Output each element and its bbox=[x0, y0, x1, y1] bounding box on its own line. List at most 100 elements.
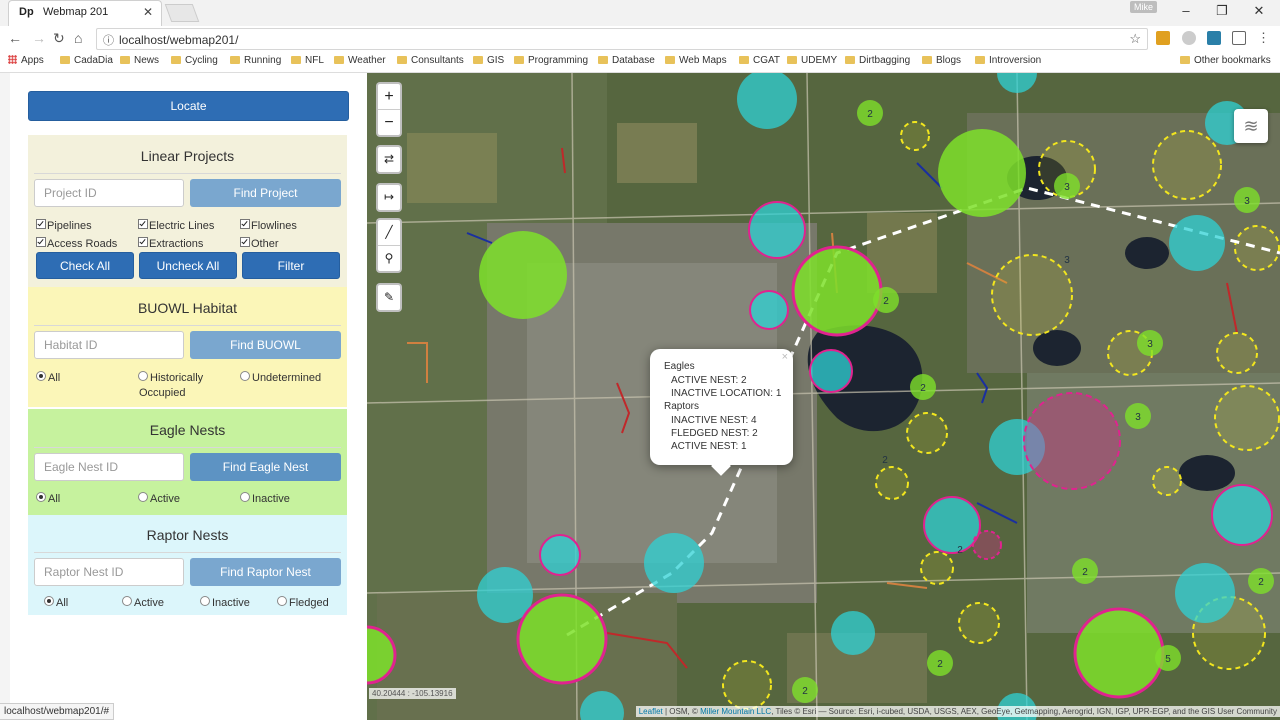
filter-button[interactable]: Filter bbox=[242, 252, 340, 279]
cluster-label[interactable]: 3 bbox=[1064, 255, 1070, 266]
find-eagle-nest-button[interactable]: Find Eagle Nest bbox=[190, 453, 341, 481]
bookmark-item[interactable]: CGAT bbox=[739, 55, 780, 66]
radio-raptor-all[interactable]: All bbox=[44, 596, 68, 609]
cluster-label[interactable]: 3 bbox=[1064, 182, 1070, 193]
bookmark-item[interactable]: UDEMY bbox=[787, 55, 837, 66]
popup-close-icon[interactable]: × bbox=[782, 351, 788, 363]
bookmark-item[interactable]: Web Maps bbox=[665, 55, 727, 66]
menu-icon[interactable]: ⋮ bbox=[1257, 31, 1271, 45]
info-icon[interactable]: ⓘ bbox=[103, 32, 114, 48]
checkbox-electric-lines[interactable]: Electric Lines bbox=[138, 219, 214, 232]
checkbox-extractions[interactable]: Extractions bbox=[138, 237, 203, 250]
radio-eagle-all[interactable]: All bbox=[36, 492, 60, 505]
home-icon[interactable]: ⌂ bbox=[74, 30, 82, 46]
bookmark-item[interactable]: GIS bbox=[473, 55, 504, 66]
user-profile-badge[interactable]: Mike bbox=[1130, 1, 1158, 13]
extension-icon[interactable] bbox=[1207, 31, 1221, 45]
cluster-label[interactable]: 3 bbox=[1135, 412, 1141, 423]
extension-icon[interactable] bbox=[1182, 31, 1196, 45]
map-view[interactable]: 2 2 3 2 2 3 3 2 3 3 2 2 5 2 2 + − ⇄ ↦ ╱ … bbox=[367, 73, 1280, 720]
bookmark-item[interactable]: Blogs bbox=[922, 55, 961, 66]
map-canvas[interactable]: 2 2 3 2 2 3 3 2 3 3 2 2 5 2 2 bbox=[367, 73, 1280, 720]
reload-icon[interactable]: ↻ bbox=[53, 30, 65, 47]
cluster-label[interactable]: 2 bbox=[957, 545, 963, 556]
window-close-icon[interactable]: ✕ bbox=[1249, 3, 1269, 19]
mouse-coordinates: 40.20444 : -105.13916 bbox=[369, 688, 456, 699]
browser-tab[interactable]: Dp Webmap 201 ✕ bbox=[8, 0, 162, 26]
cluster-label[interactable]: 2 bbox=[882, 455, 888, 466]
layers-icon[interactable]: ≋ bbox=[1234, 109, 1268, 143]
cluster-label[interactable]: 2 bbox=[1082, 567, 1088, 578]
cluster-label[interactable]: 2 bbox=[867, 109, 873, 120]
checkbox-other[interactable]: Other bbox=[240, 237, 279, 250]
maximize-icon[interactable]: ❐ bbox=[1212, 3, 1232, 19]
raptor-nest-id-input[interactable]: Raptor Nest ID bbox=[34, 558, 184, 586]
radio-eagle-active[interactable]: Active bbox=[138, 492, 180, 505]
draw-polyline-icon[interactable]: ╱ bbox=[378, 220, 400, 245]
bookmark-item[interactable]: Introversion bbox=[975, 55, 1041, 66]
edit-layers-icon[interactable]: ✎ bbox=[378, 285, 400, 310]
radio-buowl-all[interactable]: All bbox=[36, 371, 60, 384]
find-buowl-button[interactable]: Find BUOWL bbox=[190, 331, 341, 359]
miller-mountain-link[interactable]: Miller Mountain LLC bbox=[700, 707, 771, 716]
radio-raptor-inactive[interactable]: Inactive bbox=[200, 596, 250, 609]
checkbox-flowlines[interactable]: Flowlines bbox=[240, 219, 297, 232]
check-all-button[interactable]: Check All bbox=[36, 252, 134, 279]
find-raptor-nest-button[interactable]: Find Raptor Nest bbox=[190, 558, 341, 586]
zoom-out-button[interactable]: − bbox=[378, 109, 400, 135]
cast-icon[interactable] bbox=[1232, 31, 1246, 45]
radio-raptor-fledged[interactable]: Fledged bbox=[277, 596, 329, 609]
address-bar[interactable]: ⓘ localhost/webmap201/ ☆ bbox=[96, 28, 1148, 50]
bookmark-item[interactable]: Weather bbox=[334, 55, 386, 66]
bookmark-other[interactable]: Other bookmarks bbox=[1180, 55, 1271, 66]
extension-icon[interactable] bbox=[1156, 31, 1170, 45]
radio-eagle-inactive[interactable]: Inactive bbox=[240, 492, 290, 505]
close-tab-icon[interactable]: ✕ bbox=[143, 5, 153, 19]
bookmark-item[interactable]: Database bbox=[598, 55, 655, 66]
bookmark-item[interactable]: CadaDia bbox=[60, 55, 113, 66]
radio-buowl-undetermined[interactable]: Undetermined bbox=[240, 371, 321, 384]
zoom-in-button[interactable]: + bbox=[378, 84, 400, 109]
popup-line: ACTIVE NEST: 2 bbox=[671, 375, 747, 386]
checkbox-access-roads[interactable]: Access Roads bbox=[36, 237, 117, 250]
draw-marker-icon[interactable]: ⚲ bbox=[378, 245, 400, 271]
uncheck-all-button[interactable]: Uncheck All bbox=[139, 252, 237, 279]
cluster-label[interactable]: 2 bbox=[937, 659, 943, 670]
bookmark-item[interactable]: News bbox=[120, 55, 159, 66]
status-bar: localhost/webmap201/# bbox=[0, 703, 115, 720]
find-project-button[interactable]: Find Project bbox=[190, 179, 341, 207]
radio-label-occupied: Occupied bbox=[139, 387, 186, 399]
bookmark-item[interactable]: Running bbox=[230, 55, 281, 66]
radio-raptor-active[interactable]: Active bbox=[122, 596, 164, 609]
folder-icon bbox=[739, 56, 749, 64]
measure-icon[interactable]: ↦ bbox=[378, 185, 400, 210]
cluster-label[interactable]: 3 bbox=[1244, 196, 1250, 207]
cluster-label[interactable]: 2 bbox=[1258, 577, 1264, 588]
bookmark-item[interactable]: Consultants bbox=[397, 55, 464, 66]
cluster-label[interactable]: 2 bbox=[802, 686, 808, 697]
bookmark-item[interactable]: Dirtbagging bbox=[845, 55, 910, 66]
cluster-label[interactable]: 5 bbox=[1165, 654, 1171, 665]
bookmark-item[interactable]: NFL bbox=[291, 55, 324, 66]
radio-buowl-historically[interactable]: Historically bbox=[138, 371, 203, 384]
cluster-label[interactable]: 3 bbox=[1147, 339, 1153, 350]
locate-button[interactable]: Locate bbox=[28, 91, 349, 121]
new-tab-button[interactable] bbox=[164, 4, 200, 22]
habitat-id-input[interactable]: Habitat ID bbox=[34, 331, 184, 359]
back-icon[interactable]: ← bbox=[8, 30, 22, 46]
minimize-icon[interactable]: – bbox=[1176, 3, 1196, 18]
folder-icon bbox=[598, 56, 608, 64]
bookmark-star-icon[interactable]: ☆ bbox=[1129, 31, 1141, 47]
project-id-input[interactable]: Project ID bbox=[34, 179, 184, 207]
cluster-label[interactable]: 2 bbox=[920, 383, 926, 394]
checkbox-pipelines[interactable]: Pipelines bbox=[36, 219, 92, 232]
forward-icon[interactable]: → bbox=[32, 30, 46, 46]
bookmark-item[interactable]: Cycling bbox=[171, 55, 218, 66]
cluster-label[interactable]: 2 bbox=[883, 296, 889, 307]
popup-line: INACTIVE NEST: 4 bbox=[671, 415, 757, 426]
swap-arrows-icon[interactable]: ⇄ bbox=[378, 147, 400, 172]
eagle-nest-id-input[interactable]: Eagle Nest ID bbox=[34, 453, 184, 481]
bookmark-apps[interactable]: Apps bbox=[8, 55, 44, 66]
bookmark-item[interactable]: Programming bbox=[514, 55, 588, 66]
leaflet-link[interactable]: Leaflet bbox=[639, 707, 663, 716]
